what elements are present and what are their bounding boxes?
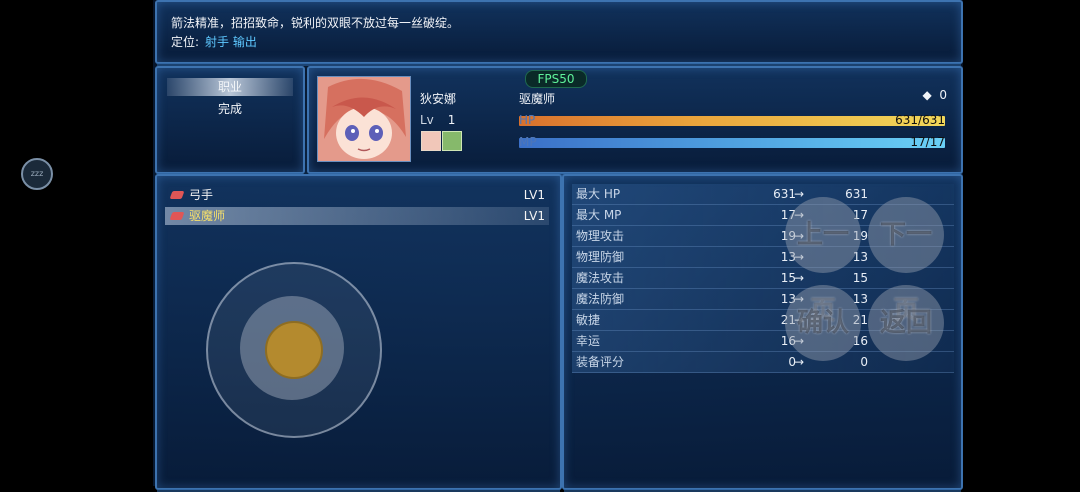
hp-value: 631/631 <box>895 113 945 127</box>
stat-name: 物理防御 <box>576 250 625 264</box>
stat-name: 最大 MP <box>576 208 622 222</box>
mp-bar: MP 17/17 <box>519 135 945 149</box>
mp-value: 17/17 <box>910 135 945 149</box>
job-description-panel: 箭法精准，招招致命，锐利的双眼不放过每一丝破绽。 定位: 射手 输出 <box>155 0 963 66</box>
virtual-joystick-knob[interactable] <box>265 321 323 379</box>
stat-arrow: → <box>794 187 805 201</box>
character-level: Lv 1 <box>420 113 455 127</box>
stat-to: 631 <box>845 187 868 201</box>
gem-icon: ◆ <box>922 88 932 102</box>
job-item-icon <box>169 191 185 199</box>
job-item-level: LV1 <box>523 188 545 202</box>
stat-name: 最大 HP <box>576 187 621 201</box>
job-item-level: LV1 <box>523 209 545 223</box>
level-value: 1 <box>447 113 456 127</box>
stat-name: 敏捷 <box>576 313 601 327</box>
stat-name: 魔法攻击 <box>576 271 625 285</box>
job-item-name: 驱魔师 <box>189 209 226 223</box>
job-role: 定位: 射手 输出 <box>171 33 257 50</box>
level-label: Lv <box>420 113 434 127</box>
confirm-button[interactable]: 确认 <box>785 285 861 361</box>
job-icon-green <box>442 131 462 151</box>
gem-value: 0 <box>939 88 947 102</box>
stat-name: 魔法防御 <box>576 292 625 306</box>
character-job: 驱魔师 <box>519 92 556 106</box>
next-page-button[interactable]: 下一页 <box>868 197 944 326</box>
fps-counter: FPS50 <box>525 70 587 88</box>
back-button[interactable]: 返回 <box>868 285 944 361</box>
done-button[interactable]: 完成 <box>167 100 293 118</box>
role-label: 定位: <box>171 35 200 49</box>
job-item-icon <box>169 212 185 220</box>
stat-name: 幸运 <box>576 334 601 348</box>
role-tags: 射手 输出 <box>205 35 257 49</box>
character-panel: FPS50 狄安娜 Lv 1 驱魔师 ◆ 0 HP 631/631 MP 17/1… <box>307 66 963 176</box>
stat-arrow: → <box>794 271 805 285</box>
tab-panel: 职业 完成 <box>155 66 305 176</box>
gem-count: ◆ 0 <box>922 88 947 102</box>
job-icon-portrait <box>421 131 441 151</box>
stat-name: 装备评分 <box>576 355 625 369</box>
mp-label: MP <box>519 135 537 149</box>
stat-from: 631 <box>773 187 796 201</box>
stat-name: 物理攻击 <box>576 229 625 243</box>
job-item-name: 弓手 <box>189 188 214 202</box>
sleep-zzz-button[interactable]: zzz <box>21 158 53 190</box>
hp-label: HP <box>519 113 536 127</box>
character-name: 狄安娜 <box>420 92 457 106</box>
prev-page-button[interactable]: 上一页 <box>785 197 861 326</box>
stat-to: 0 <box>860 355 868 369</box>
tab-job[interactable]: 职业 <box>167 78 293 96</box>
character-portrait <box>317 76 411 162</box>
job-list-item-selected[interactable]: 驱魔师 LV1 <box>165 207 549 225</box>
stat-to: 15 <box>852 271 868 285</box>
job-description-text: 箭法精准，招招致命，锐利的双眼不放过每一丝破绽。 <box>171 16 460 30</box>
job-list-item[interactable]: 弓手 LV1 <box>165 186 549 204</box>
hp-bar: HP 631/631 <box>519 113 945 127</box>
